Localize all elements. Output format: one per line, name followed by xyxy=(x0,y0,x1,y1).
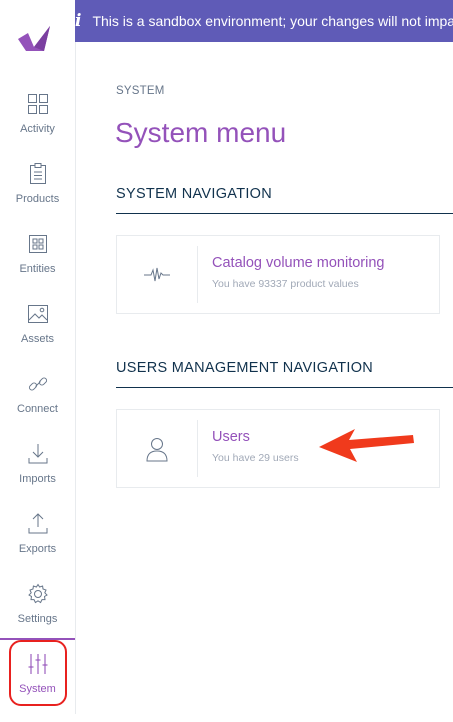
annotation-arrow xyxy=(319,429,414,462)
dashboard-icon xyxy=(27,94,48,114)
section-divider xyxy=(116,387,453,388)
pulse-icon xyxy=(144,267,170,281)
sidebar-item-label: Settings xyxy=(17,613,58,625)
sidebar-item-label: Assets xyxy=(20,333,54,345)
sidebar-item-imports[interactable]: Imports xyxy=(0,442,75,512)
sidebar-item-label: Entities xyxy=(19,263,56,275)
sidebar-item-label: Activity xyxy=(20,123,55,135)
gear-icon xyxy=(27,583,48,604)
page-title: System menu xyxy=(115,117,287,148)
card-divider xyxy=(197,246,198,303)
card-title[interactable]: Users xyxy=(212,429,250,445)
section-title-system-navigation: SYSTEM NAVIGATION xyxy=(116,186,273,202)
sidebar-item-entities[interactable]: Entities xyxy=(0,232,75,302)
section-title-users-management-navigation: USERS MANAGEMENT NAVIGATION xyxy=(116,360,374,376)
sidebar-item-products[interactable]: Products xyxy=(0,162,75,232)
card-subtitle: You have 29 users xyxy=(212,452,299,464)
sidebar-item-connect[interactable]: Connect xyxy=(0,372,75,442)
clipboard-icon xyxy=(29,163,46,184)
sidebar: Activity Products Entities Assets Connec… xyxy=(0,0,76,714)
annotation-highlight-circle xyxy=(9,640,67,706)
card-icon-container xyxy=(117,236,197,313)
export-icon xyxy=(28,513,47,534)
user-icon xyxy=(146,437,168,461)
sidebar-item-activity[interactable]: Activity xyxy=(0,92,75,162)
card-subtitle: You have 93337 product values xyxy=(212,278,359,290)
card-icon-container xyxy=(117,410,197,487)
sandbox-banner: i This is a sandbox environment; your ch… xyxy=(75,0,453,42)
sidebar-item-label: Imports xyxy=(19,473,56,485)
section-divider xyxy=(116,213,453,214)
catalog-volume-monitoring-card[interactable]: Catalog volume monitoring You have 93337… xyxy=(116,235,440,314)
banner-message: This is a sandbox environment; your chan… xyxy=(92,13,453,29)
entities-icon xyxy=(28,235,47,253)
card-title[interactable]: Catalog volume monitoring xyxy=(212,255,384,271)
sidebar-item-label: Connect xyxy=(17,403,58,415)
main-content: SYSTEM System menu SYSTEM NAVIGATION Cat… xyxy=(75,42,453,714)
sidebar-item-assets[interactable]: Assets xyxy=(0,302,75,372)
sidebar-item-label: Products xyxy=(15,193,60,205)
breadcrumb[interactable]: SYSTEM xyxy=(116,85,165,97)
import-icon xyxy=(28,444,47,464)
info-icon: i xyxy=(75,11,82,31)
link-icon xyxy=(28,377,47,391)
image-icon xyxy=(27,305,48,323)
sidebar-item-label: Exports xyxy=(18,543,57,555)
akeneo-logo[interactable] xyxy=(14,17,54,57)
sidebar-item-exports[interactable]: Exports xyxy=(0,512,75,582)
card-divider xyxy=(197,420,198,477)
